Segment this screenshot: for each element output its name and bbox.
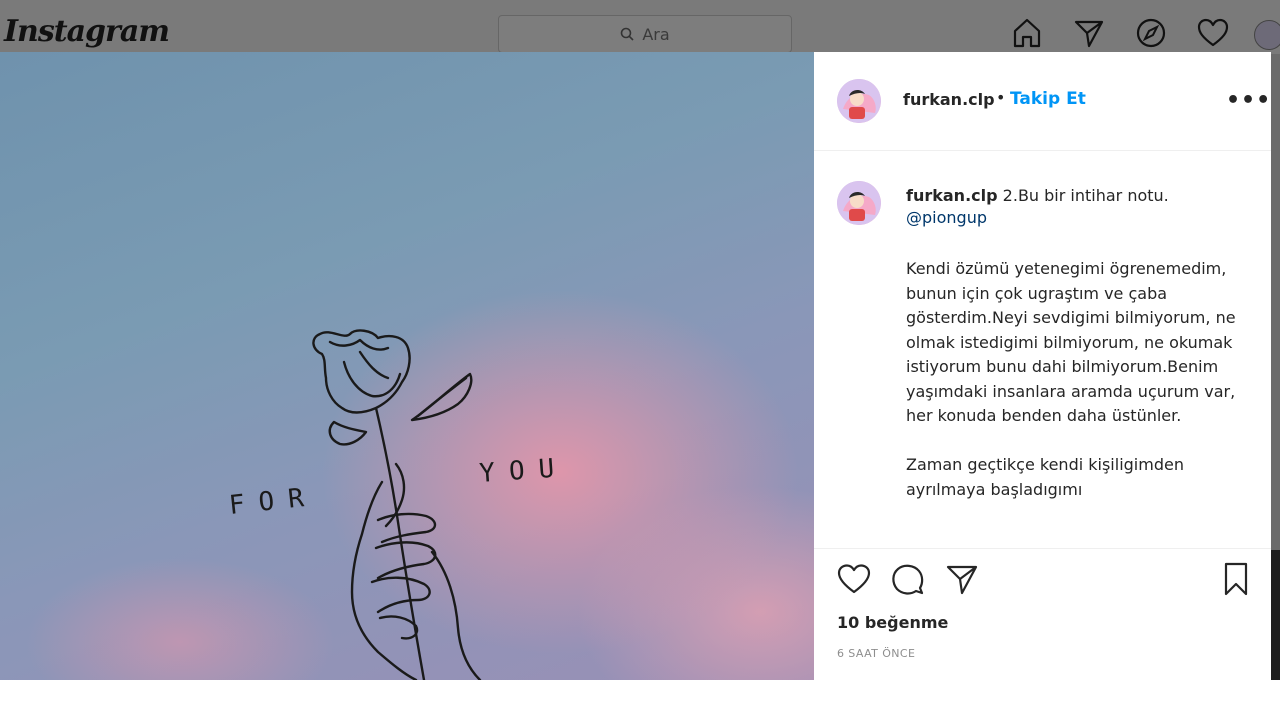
top-navigation: Instagram Ara xyxy=(0,0,1280,54)
more-options-icon[interactable]: ••• xyxy=(1226,88,1271,113)
likes-count[interactable]: 10 beğenme xyxy=(837,613,948,632)
caption-mention[interactable]: @piongup xyxy=(906,208,987,227)
comment-icon[interactable] xyxy=(890,561,926,597)
activity-icon[interactable] xyxy=(1194,14,1232,52)
avatar-illustration xyxy=(837,79,881,123)
like-icon[interactable] xyxy=(836,561,872,597)
page-bottom xyxy=(0,680,1280,720)
caption-author-avatar[interactable] xyxy=(837,181,881,225)
search-placeholder: Ara xyxy=(642,24,670,44)
caption-first-line: furkan.clp 2.Bu bir intihar notu. xyxy=(906,183,1246,208)
follow-button[interactable]: Takip Et xyxy=(1010,89,1086,109)
search-icon xyxy=(621,27,634,41)
image-text-you: YOU xyxy=(478,453,569,489)
post-image[interactable]: FOR YOU xyxy=(0,52,814,680)
caption-body: Kendi özümü yetenegimi ögrenemedim, bunu… xyxy=(906,259,1236,499)
rose-drawing: FOR YOU xyxy=(228,329,569,680)
separator-dot: • xyxy=(996,88,1006,107)
caption-area: furkan.clp 2.Bu bir intihar notu. @piong… xyxy=(814,152,1271,548)
search-input[interactable]: Ara xyxy=(498,15,792,53)
avatar-illustration xyxy=(837,181,881,225)
save-icon[interactable] xyxy=(1218,561,1254,597)
background-dim-right xyxy=(1271,54,1280,680)
image-text-for: FOR xyxy=(228,482,320,521)
profile-avatar[interactable] xyxy=(1254,20,1280,50)
post-timestamp[interactable]: 6 SAAT ÖNCE xyxy=(837,647,915,660)
instagram-logo[interactable]: Instagram xyxy=(4,14,170,49)
post-actions: 10 beğenme 6 SAAT ÖNCE xyxy=(814,548,1271,680)
direct-icon[interactable] xyxy=(1070,14,1108,52)
explore-icon[interactable] xyxy=(1132,14,1170,52)
caption-username[interactable]: furkan.clp xyxy=(906,186,998,205)
post-side-panel: furkan.clp • Takip Et ••• furkan.clp 2.B… xyxy=(814,52,1271,680)
author-username[interactable]: furkan.clp xyxy=(903,90,995,109)
post-header: furkan.clp • Takip Et ••• xyxy=(814,52,1271,151)
author-avatar[interactable] xyxy=(837,79,881,123)
caption-title: 2.Bu bir intihar notu. xyxy=(1002,186,1169,205)
share-icon[interactable] xyxy=(944,561,980,597)
home-icon[interactable] xyxy=(1008,14,1046,52)
